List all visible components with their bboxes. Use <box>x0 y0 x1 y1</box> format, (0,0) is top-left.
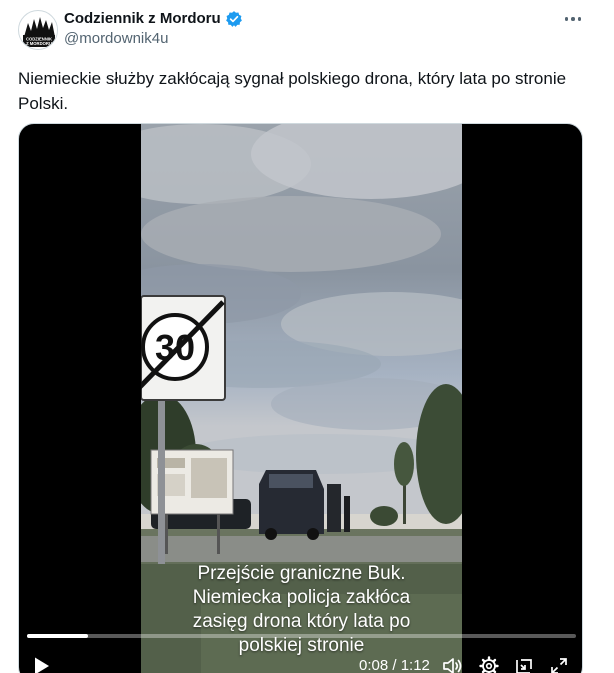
avatar-logo-icon: CODZIENNIK Z MORDORU <box>20 12 57 49</box>
author-name[interactable]: Codziennik z Mordoru <box>64 10 221 28</box>
video-player[interactable]: 30 Przejście graniczne Buk. Niemiecka po… <box>18 123 583 673</box>
video-time: 0:08 / 1:12 <box>359 657 430 673</box>
author-handle[interactable]: @mordownik4u <box>64 30 168 48</box>
avatar[interactable]: CODZIENNIK Z MORDORU <box>18 10 58 50</box>
caption-line: Przejście graniczne Buk. <box>197 563 406 584</box>
settings-icon[interactable] <box>479 656 499 673</box>
verified-badge-icon <box>225 11 242 27</box>
avatar-text-line2: Z MORDORU <box>26 41 52 46</box>
video-progress-bar[interactable] <box>27 634 576 638</box>
caption-line: zasięg drona który lata po <box>192 611 411 632</box>
fullscreen-icon[interactable] <box>549 656 569 673</box>
caption-line: Niemiecka policja zakłóca <box>192 587 411 608</box>
video-progress-fill <box>27 634 88 638</box>
picture-in-picture-icon[interactable] <box>514 656 534 673</box>
tweet: CODZIENNIK Z MORDORU Codziennik z Mordor… <box>0 0 614 673</box>
more-icon[interactable] <box>560 8 586 30</box>
play-icon[interactable] <box>33 656 51 673</box>
volume-icon[interactable] <box>442 656 462 673</box>
author-name-row[interactable]: Codziennik z Mordoru <box>64 10 243 28</box>
video-caption: Przejście graniczne Buk. Niemiecka polic… <box>141 562 462 658</box>
tweet-text: Niemieckie służby zakłócają sygnał polsk… <box>18 69 567 113</box>
